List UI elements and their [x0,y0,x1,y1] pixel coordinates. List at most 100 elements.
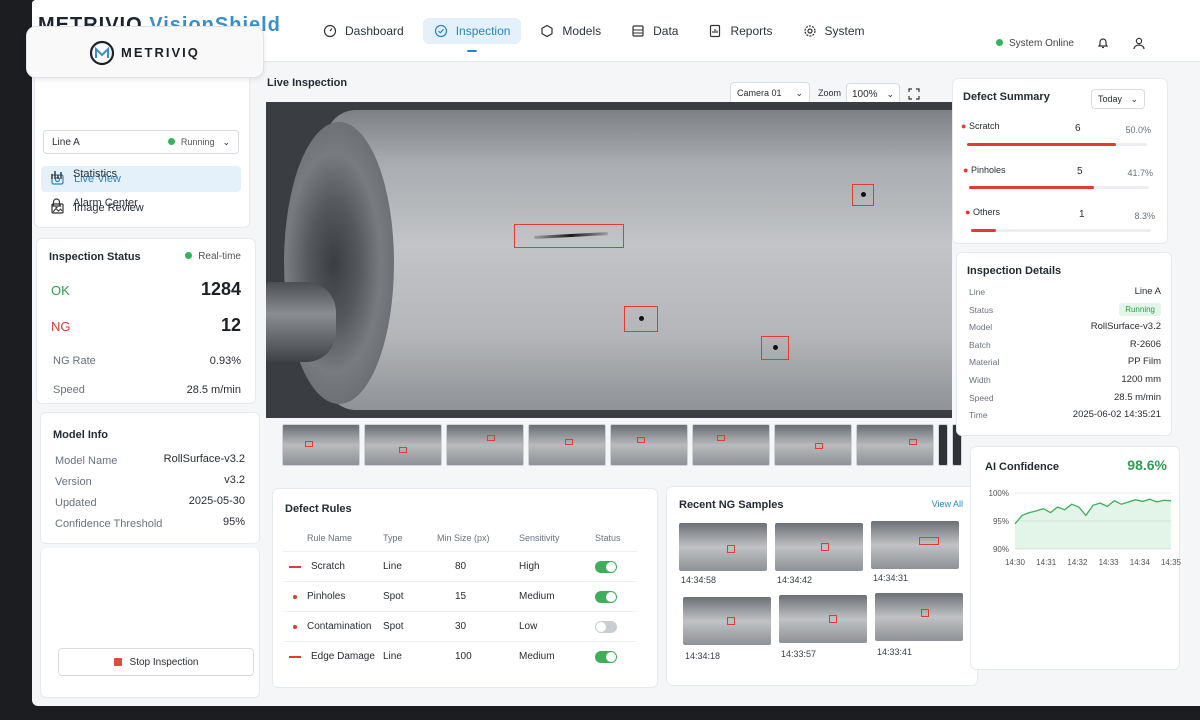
live-camera-feed[interactable] [266,102,952,418]
defect-box-pinhole[interactable] [624,306,658,332]
defect-marker [909,439,917,445]
detail-label: Status [969,304,994,315]
defect-box-pinhole[interactable] [852,184,874,206]
ng-rate-value: 0.93% [209,355,241,367]
inspection-icon [434,24,447,38]
ok-label: OK [51,283,70,298]
inspection-status-title: Inspection Status [49,251,141,263]
frame-thumbnail-strip [282,424,962,466]
frame-thumbnail[interactable] [856,424,934,466]
line-type-icon [289,565,301,568]
ng-sample-time: 14:33:41 [877,647,913,657]
detail-value: RollSurface-v3.2 [1090,321,1161,333]
main-nav: Dashboard Inspection Models Data Reports… [312,18,876,52]
defect-rules-card: Defect Rules Rule Name Type Min Size (px… [272,488,658,688]
fullscreen-icon[interactable] [908,88,920,100]
defect-marker [815,443,823,449]
confidence-threshold-value: 95% [222,516,245,528]
status-dot [995,38,1003,46]
ai-confidence-chart: 100% 95% 90% 14:30 14:31 14:32 14:33 14:34 14:35 [989,489,1181,567]
confidence-area [1015,499,1171,549]
ng-sample-thumbnail[interactable] [875,593,963,641]
bell-icon[interactable] [1096,36,1110,50]
frame-thumbnail-partial[interactable] [938,424,948,466]
rule-toggle-pinholes[interactable] [595,590,617,603]
nav-models[interactable]: Models [529,18,612,44]
system-status: System Online [995,38,1074,49]
rule-toggle-scratch[interactable] [595,560,617,573]
y-tick-label: 95% [993,517,1009,526]
line-select[interactable]: Line A Running ⌄ [43,130,239,154]
ng-sample-thumbnail[interactable] [871,521,959,569]
ng-sample-time: 14:34:18 [685,651,721,661]
y-tick-label: 100% [989,489,1009,498]
models-icon [541,24,554,38]
defect-marker [919,537,939,545]
chevron-down-icon: ⌄ [886,88,894,99]
nav-reports[interactable]: Reports [697,18,783,44]
ai-confidence-title: AI Confidence [985,461,1059,473]
rule-toggle-edge-damage[interactable] [595,650,617,663]
rule-row-scratch: Scratch Line 80 High [283,551,637,581]
y-tick-label: 90% [993,545,1009,554]
defect-marker [829,615,837,623]
stop-inspection-button[interactable]: Stop Inspection [58,648,254,676]
inspection-details-card: Inspection Details Line Line A Status Runni… [956,252,1172,436]
detail-label: Width [969,375,991,385]
detail-value: Running [1119,302,1161,316]
reports-icon [710,24,721,38]
defect-summary-card: Defect Summary Today ⌄ ● Scratch 6 50.0%… [952,78,1168,244]
defect-marker [717,435,725,441]
defect-rules-title: Defect Rules [285,503,352,515]
defect-box-pinhole[interactable] [761,336,789,360]
frame-thumbnail[interactable] [446,424,524,466]
defect-marker [487,435,495,441]
detail-value: PP Film [1127,356,1161,368]
logo-card: METRIVIQ [26,26,264,78]
summary-bar-track [971,229,1151,232]
ng-sample-thumbnail[interactable] [775,523,863,571]
ng-sample-thumbnail[interactable] [779,595,867,643]
defect-marker [565,439,573,445]
x-tick-label: 14:34 [1130,558,1151,567]
view-all-link[interactable]: View All [932,499,963,509]
rule-toggle-contamination[interactable] [595,620,617,633]
logo-wordmark: METRIVIQ [121,44,200,60]
frame-thumbnail[interactable] [364,424,442,466]
period-select[interactable]: Today ⌄ [1091,89,1145,109]
nav-dashboard[interactable]: Dashboard [312,18,415,44]
side-item-statistics[interactable]: Statistics [40,161,240,187]
spot-type-icon [293,594,297,599]
camera-select[interactable]: Camera 01 ⌄ [730,82,810,104]
frame-thumbnail[interactable] [610,424,688,466]
recent-ng-card: Recent NG Samples View All 14:34:58 14:3… [666,486,978,686]
frame-thumbnail[interactable] [774,424,852,466]
status-badge: Running [1119,302,1161,316]
model-info-card: Model Info Model Name RollSurface-v3.2 V… [40,412,260,544]
rules-header-row: Rule Name Type Min Size (px) Sensitivity… [307,533,621,543]
defect-marker [637,437,645,443]
defect-marker [305,441,313,447]
frame-thumbnail[interactable] [528,424,606,466]
inspection-details-title: Inspection Details [967,265,1062,277]
user-icon[interactable] [1132,36,1146,50]
app-window: METRIVIQ VisionShield Dashboard Inspecti… [32,0,1200,706]
detail-value: 2025-06-02 14:35:21 [1072,409,1161,421]
rule-row-pinholes: Pinholes Spot 15 Medium [283,581,637,611]
nav-inspection[interactable]: Inspection [422,18,522,52]
defect-marker [727,545,735,553]
nav-system[interactable]: System [792,18,876,44]
side-item-alarm-center[interactable]: Alarm Center [40,190,240,216]
defect-summary-title: Defect Summary [963,91,1050,103]
ng-sample-thumbnail[interactable] [683,597,771,645]
nav-data[interactable]: Data [620,18,689,44]
frame-thumbnail[interactable] [282,424,360,466]
recent-ng-title: Recent NG Samples [679,499,784,511]
running-dot [167,138,175,145]
speed-label: Speed [53,384,85,396]
defect-box-scratch[interactable] [514,224,624,248]
ng-sample-time: 14:34:42 [777,575,813,585]
detail-value: 28.5 m/min [1114,391,1161,403]
frame-thumbnail[interactable] [692,424,770,466]
ng-sample-thumbnail[interactable] [679,523,767,571]
